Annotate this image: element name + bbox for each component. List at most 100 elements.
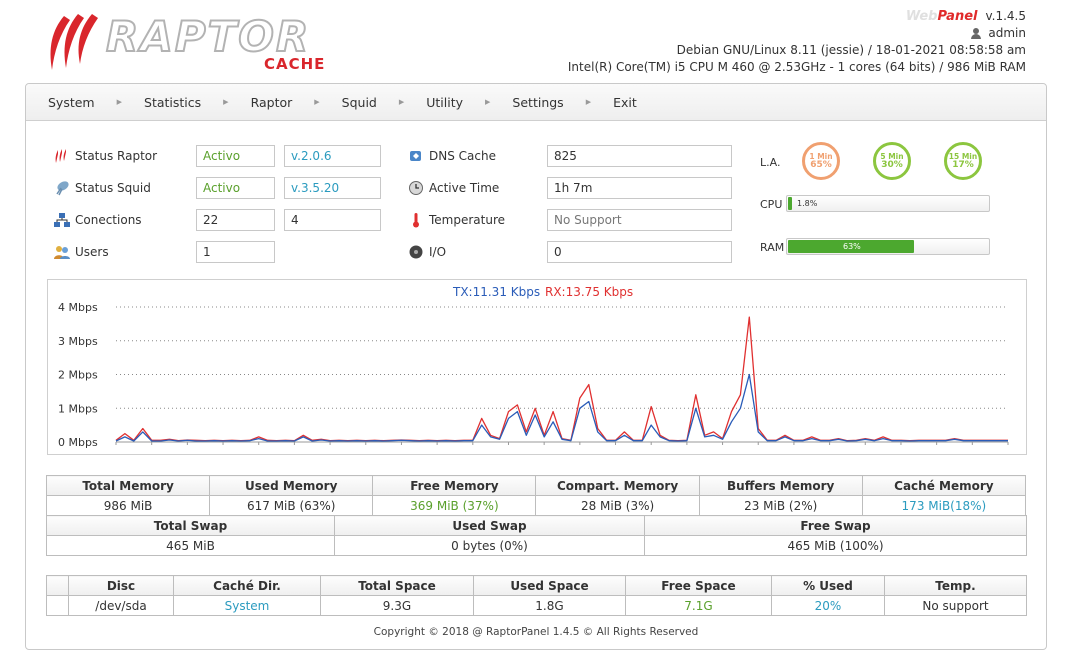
load-average-label: L.A. xyxy=(760,156,781,169)
chart-legend-item: RX:13.75 Kbps xyxy=(545,285,633,299)
dns-cache-icon xyxy=(410,151,421,161)
disk-cell: 20% xyxy=(771,595,885,616)
traffic-chart-svg: TX:11.31 Kbps RX:13.75 Kbps 0 Mbps 1 Mbps 2 … xyxy=(58,285,1009,449)
user-icon xyxy=(971,28,982,39)
status-squid-row: Status Squid xyxy=(54,177,151,199)
memory-value: 173 MiB(18%) xyxy=(861,495,1027,516)
menu-system[interactable]: System xyxy=(26,84,95,121)
dns-cache-field: 825 xyxy=(547,145,732,167)
menu-raptor[interactable]: Raptor xyxy=(229,84,293,121)
memory-value: 617 MiB (63%) xyxy=(209,495,374,516)
menu-utility[interactable]: Utility xyxy=(404,84,463,121)
cpu-bar-fill xyxy=(788,197,792,210)
chart-series-rx xyxy=(115,316,1008,442)
active-time-field: 1h 7m xyxy=(547,177,732,199)
swap-value: 0 bytes (0%) xyxy=(334,535,645,556)
chart-legend-item: TX:11.31 Kbps xyxy=(452,285,540,299)
squid-version-field: v.3.5.20 xyxy=(284,177,381,199)
load-5min-gauge: 5 Min 30% xyxy=(873,142,911,180)
memory-header: Total Memory xyxy=(45,475,211,496)
connections-field-a: 22 xyxy=(196,209,275,231)
memory-table: Total Memory Used Memory Free Memory Com… xyxy=(45,475,1027,516)
disk-header: Total Space xyxy=(320,575,474,596)
traffic-chart: TX:11.31 Kbps RX:13.75 Kbps 0 Mbps 1 Mbps 2 … xyxy=(47,279,1027,455)
io-field: 0 xyxy=(547,241,732,263)
disk-header: Disc xyxy=(68,575,174,596)
swap-header: Total Swap xyxy=(46,515,335,536)
disk-cell-blank xyxy=(46,595,69,616)
memory-value: 28 MiB (3%) xyxy=(535,495,700,516)
disk-cell: 1.8G xyxy=(473,595,626,616)
connections-field-b: 4 xyxy=(284,209,381,231)
cpu-bar-text: 1.8% xyxy=(797,199,818,208)
chart-y-tick-label: 1 Mbps xyxy=(58,402,98,415)
table-row: /dev/sda System 9.3G 1.8G 7.1G 20% No su… xyxy=(46,595,1027,616)
temperature-field: No Support xyxy=(547,209,732,231)
chart-y-tick-label: 4 Mbps xyxy=(58,301,98,314)
load-15min-gauge: 15 Min 17% xyxy=(944,142,982,180)
cpu-label: CPU xyxy=(760,198,783,211)
memory-value: 23 MiB (2%) xyxy=(698,495,863,516)
logo-title: RAPTOR xyxy=(105,12,311,61)
raptor-state-field: Activo xyxy=(196,145,275,167)
main-panel: System ▶ Statistics ▶ Raptor ▶ Squid ▶ Utili… xyxy=(25,83,1047,650)
header-info: WebPanel v.1.4.5 admin Debian GNU/Linux … xyxy=(568,8,1026,76)
swap-header: Used Swap xyxy=(334,515,645,536)
ram-bar: 63% xyxy=(786,238,990,255)
memory-header: Caché Memory xyxy=(861,475,1027,496)
disk-cell: No support xyxy=(884,595,1027,616)
clock-icon xyxy=(409,181,423,195)
memory-value: 986 MiB xyxy=(45,495,211,516)
dns-cache-row: DNS Cache xyxy=(408,145,496,167)
username[interactable]: admin xyxy=(988,25,1026,42)
disk-header: Free Space xyxy=(625,575,772,596)
disk-header: Caché Dir. xyxy=(173,575,321,596)
temperature-row: Temperature xyxy=(408,209,505,231)
chart-y-tick-label: 0 Mbps xyxy=(58,436,98,449)
raptor-logo: RAPTOR CACHE xyxy=(44,10,344,74)
menu-squid[interactable]: Squid xyxy=(320,84,377,121)
raptor-version-field: v.2.0.6 xyxy=(284,145,381,167)
disk-header: Used Space xyxy=(473,575,626,596)
users-row: Users xyxy=(54,241,109,263)
swap-header: Free Swap xyxy=(644,515,1027,536)
chart-series-tx xyxy=(115,373,1008,442)
load-1min-gauge: 1 Min 65% xyxy=(802,142,840,180)
disk-header: Temp. xyxy=(884,575,1027,596)
io-row: I/O xyxy=(408,241,446,263)
chart-y-tick-label: 3 Mbps xyxy=(58,335,98,348)
cpu-bar: 1.8% xyxy=(786,195,990,212)
users-icon xyxy=(54,246,70,259)
app-name: WebPanel xyxy=(905,9,978,24)
disk-cell: System xyxy=(173,595,321,616)
disk-header-blank xyxy=(46,575,69,596)
connections-row: Conections xyxy=(54,209,142,231)
main-menu: System ▶ Statistics ▶ Raptor ▶ Squid ▶ Utili… xyxy=(26,84,1046,121)
disk-cell: /dev/sda xyxy=(68,595,174,616)
disk-io-icon xyxy=(409,245,423,259)
active-time-row: Active Time xyxy=(408,177,499,199)
disk-table: Disc Caché Dir. Total Space Used Space F… xyxy=(46,575,1027,616)
swap-value: 465 MiB (100%) xyxy=(644,535,1027,556)
logo-subtitle: CACHE xyxy=(264,55,326,73)
chart-y-tick-label: 2 Mbps xyxy=(58,369,98,382)
swap-value: 465 MiB xyxy=(46,535,335,556)
users-field: 1 xyxy=(196,241,275,263)
memory-header: Buffers Memory xyxy=(698,475,863,496)
ram-bar-text: 63% xyxy=(843,242,861,251)
thermometer-icon xyxy=(413,213,419,228)
disk-cell: 9.3G xyxy=(320,595,474,616)
menu-settings[interactable]: Settings xyxy=(490,84,563,121)
status-raptor-row: Status Raptor xyxy=(54,145,157,167)
menu-statistics[interactable]: Statistics xyxy=(122,84,201,121)
disk-cell: 7.1G xyxy=(625,595,772,616)
memory-header: Used Memory xyxy=(209,475,374,496)
swap-table: Total Swap Used Swap Free Swap 465 MiB 0… xyxy=(46,515,1027,556)
cpu-info: Intel(R) Core(TM) i5 CPU M 460 @ 2.53GHz… xyxy=(567,60,1026,74)
ram-label: RAM xyxy=(760,241,785,254)
network-icon xyxy=(54,213,70,227)
memory-value: 369 MiB (37%) xyxy=(372,495,537,516)
menu-exit[interactable]: Exit xyxy=(591,84,637,121)
footer-copyright: Copyright © 2018 @ RaptorPanel 1.4.5 © A… xyxy=(373,626,699,638)
raptor-claw-icon xyxy=(55,149,66,163)
